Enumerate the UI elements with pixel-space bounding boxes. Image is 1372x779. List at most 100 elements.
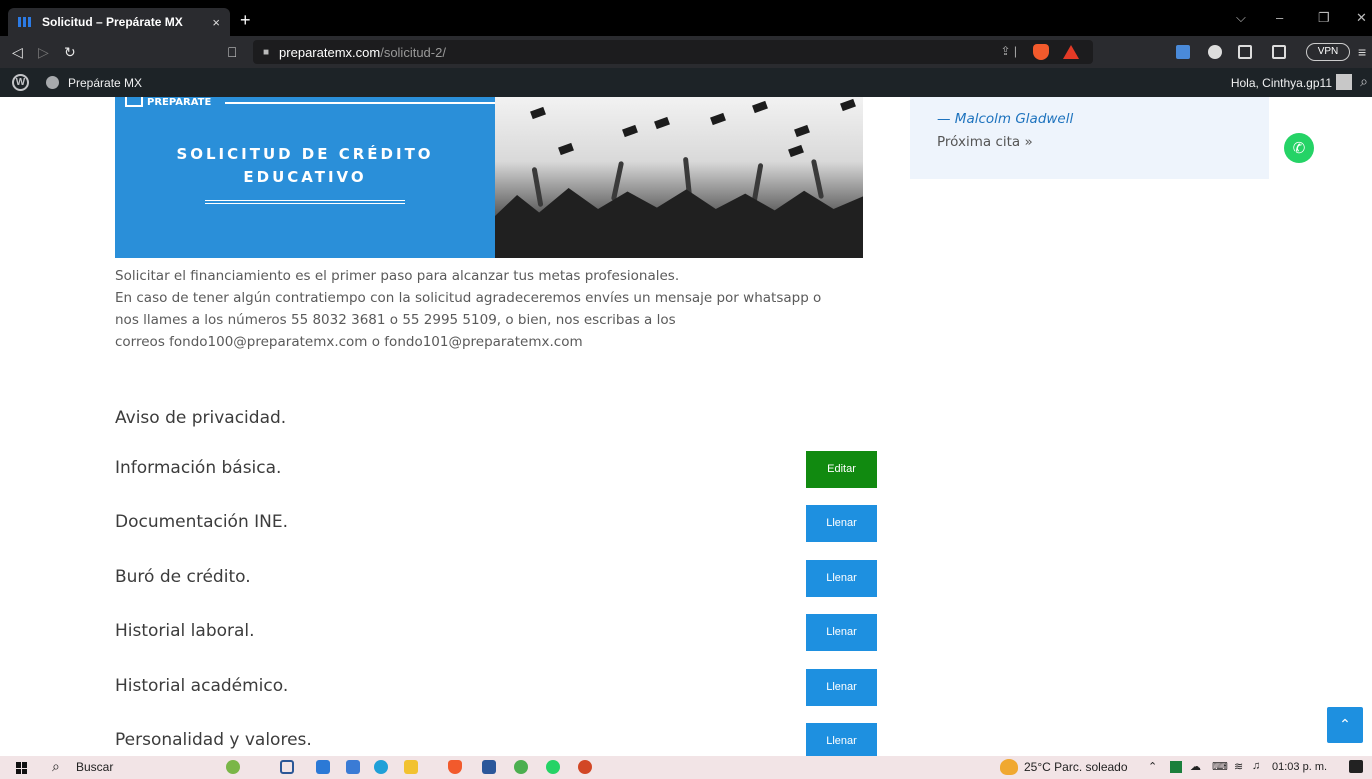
banner-panel: PREPÁRATE SOLICITUD DE CRÉDITO EDUCATIVO xyxy=(115,97,495,258)
section-buro: Buró de crédito. Llenar xyxy=(115,560,877,598)
browser-toolbar: ◁ ▷ ↻ ⎕ ■ preparatemx.com /solicitud-2/ … xyxy=(0,36,1372,68)
banner-title: SOLICITUD DE CRÉDITO EDUCATIVO xyxy=(115,143,495,189)
sidebar-icon[interactable] xyxy=(1238,45,1252,59)
powerpoint-icon[interactable] xyxy=(578,760,592,774)
wifi-icon[interactable]: ≋ xyxy=(1234,760,1243,773)
restore-button[interactable]: ❐ xyxy=(1318,10,1330,26)
weather-icon[interactable] xyxy=(1000,759,1018,775)
tab-close-icon[interactable]: × xyxy=(212,15,220,30)
intro-line: En caso de tener algún contratiempo con … xyxy=(115,290,822,306)
keyboard-icon[interactable]: ⌨ xyxy=(1212,760,1228,773)
section-ine: Documentación INE. Llenar xyxy=(115,505,877,543)
quote-author: — Malcolm Gladwell xyxy=(937,111,1074,127)
section-label: Personalidad y valores. xyxy=(115,730,312,750)
section-basic-info: Información básica. Editar xyxy=(115,451,877,489)
share-icon[interactable]: ⇪ | xyxy=(1000,44,1017,58)
reload-icon[interactable]: ↻ xyxy=(64,44,76,61)
avatar[interactable] xyxy=(1336,74,1352,90)
brave-rewards-icon[interactable] xyxy=(1063,45,1079,59)
site-favicon-icon xyxy=(18,17,34,27)
task-view-icon[interactable] xyxy=(280,760,294,774)
mail-icon[interactable] xyxy=(346,760,360,774)
notifications-icon[interactable] xyxy=(1349,760,1363,773)
banner-double-rule xyxy=(205,200,405,204)
wordpress-icon[interactable]: W xyxy=(12,74,29,91)
section-label: Documentación INE. xyxy=(115,512,289,532)
section-privacy: Aviso de privacidad. xyxy=(115,401,877,439)
chrome-icon[interactable] xyxy=(514,760,528,774)
fill-buro-button[interactable]: Llenar xyxy=(806,560,877,597)
search-icon[interactable]: ⌕ xyxy=(1360,73,1368,90)
intro-text: Solicitar el financiamiento es el primer… xyxy=(115,265,875,353)
lock-icon: ■ xyxy=(263,46,270,58)
forward-icon[interactable]: ▷ xyxy=(38,44,49,61)
taskbar-search[interactable]: Buscar xyxy=(76,760,113,774)
brave-shields-icon[interactable] xyxy=(1033,44,1049,60)
system-clock[interactable]: 01:03 p. m. xyxy=(1272,761,1327,773)
close-window-button[interactable]: ✕ xyxy=(1356,10,1367,26)
brave-icon[interactable] xyxy=(448,760,462,774)
browser-tab-active[interactable]: Solicitud – Prepárate MX × xyxy=(8,8,230,36)
banner-logo: PREPÁRATE xyxy=(125,97,211,108)
whatsapp-icon[interactable]: ✆ xyxy=(1284,133,1314,163)
whatsapp-taskbar-icon[interactable] xyxy=(546,760,560,774)
windows-taskbar: ⌕ Buscar 25°C Parc. soleado ⌃ ☁ ⌨ ≋ ♫ 01… xyxy=(0,756,1372,779)
extensions-icon[interactable] xyxy=(1208,45,1222,59)
cortana-icon[interactable] xyxy=(226,760,240,774)
banner-title-line1: SOLICITUD DE CRÉDITO xyxy=(176,145,434,163)
intro-line: nos llames a los números 55 8032 3681 o … xyxy=(115,312,676,328)
edge-icon[interactable] xyxy=(374,760,388,774)
privacy-notice-link[interactable]: Aviso de privacidad. xyxy=(115,408,286,428)
page-content: PREPÁRATE SOLICITUD DE CRÉDITO EDUCATIVO xyxy=(0,97,1372,756)
back-icon[interactable]: ◁ xyxy=(12,44,23,61)
quote-widget: — Malcolm Gladwell Próxima cita » xyxy=(910,97,1269,179)
section-label: Historial académico. xyxy=(115,676,289,696)
banner-title-line2: EDUCATIVO xyxy=(243,168,367,186)
word-icon[interactable] xyxy=(482,760,496,774)
edit-basic-info-button[interactable]: Editar xyxy=(806,451,877,488)
banner-divider xyxy=(225,102,495,104)
fill-academic-history-button[interactable]: Llenar xyxy=(806,669,877,706)
dashboard-icon xyxy=(46,76,59,89)
wp-user-greeting[interactable]: Hola, Cinthya.gp11 xyxy=(1231,76,1332,90)
section-label: Buró de crédito. xyxy=(115,567,251,587)
url-path: /solicitud-2/ xyxy=(380,44,446,60)
file-explorer-icon[interactable] xyxy=(404,760,418,774)
section-label: Historial laboral. xyxy=(115,621,255,641)
credit-request-banner: PREPÁRATE SOLICITUD DE CRÉDITO EDUCATIVO xyxy=(115,97,863,258)
next-quote-link[interactable]: Próxima cita » xyxy=(937,134,1033,150)
minimize-button[interactable]: – xyxy=(1276,10,1283,25)
search-icon[interactable]: ⌕ xyxy=(52,758,60,775)
tab-title: Solicitud – Prepárate MX xyxy=(42,15,183,29)
graduates-photo xyxy=(495,97,863,258)
intro-line: correos fondo100@preparatemx.com o fondo… xyxy=(115,334,583,350)
onedrive-icon[interactable]: ☁ xyxy=(1190,760,1201,773)
section-work-history: Historial laboral. Llenar xyxy=(115,614,877,652)
widgets-icon[interactable] xyxy=(316,760,330,774)
tray-chevron-icon[interactable]: ⌃ xyxy=(1148,760,1157,773)
new-tab-button[interactable]: + xyxy=(240,11,251,29)
fill-work-history-button[interactable]: Llenar xyxy=(806,614,877,651)
menu-icon[interactable]: ≡ xyxy=(1358,44,1366,60)
section-label: Información básica. xyxy=(115,458,282,478)
fill-ine-button[interactable]: Llenar xyxy=(806,505,877,542)
intro-line: Solicitar el financiamiento es el primer… xyxy=(115,268,680,284)
section-academic-history: Historial académico. Llenar xyxy=(115,669,877,707)
tab-search-chevron-icon[interactable]: ⌵ xyxy=(1236,10,1246,26)
translate-extension-icon[interactable] xyxy=(1176,45,1190,59)
address-bar[interactable]: ■ preparatemx.com /solicitud-2/ ⇪ | xyxy=(253,40,1093,64)
weather-status[interactable]: 25°C Parc. soleado xyxy=(1024,760,1128,774)
wallet-icon[interactable] xyxy=(1272,45,1286,59)
start-icon[interactable] xyxy=(16,762,28,774)
url-host: preparatemx.com xyxy=(279,44,381,60)
bookmark-icon[interactable]: ⎕ xyxy=(228,44,236,61)
vpn-button[interactable]: VPN xyxy=(1306,43,1350,61)
browser-tab-strip: Solicitud – Prepárate MX × + ⌵ – ❐ ✕ xyxy=(0,0,1372,36)
wp-site-name[interactable]: Prepárate MX xyxy=(68,76,142,90)
section-personality: Personalidad y valores. Llenar xyxy=(115,723,877,756)
nvidia-icon[interactable] xyxy=(1170,761,1182,773)
volume-icon[interactable]: ♫ xyxy=(1252,760,1260,772)
chevron-up-icon[interactable]: ⌃ xyxy=(1327,707,1363,743)
wp-admin-bar: W Prepárate MX Hola, Cinthya.gp11 ⌕ xyxy=(0,68,1372,97)
fill-personality-button[interactable]: Llenar xyxy=(806,723,877,756)
